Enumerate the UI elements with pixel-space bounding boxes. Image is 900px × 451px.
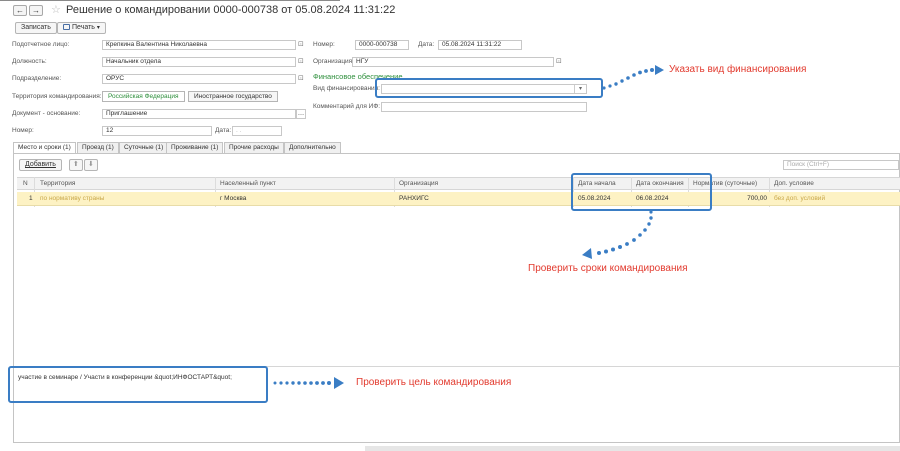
person-field[interactable]: Крепкина Валентина Николаевна [102, 40, 296, 50]
open-link-icon[interactable]: ⊡ [298, 40, 304, 50]
chevron-down-icon: ▾ [96, 25, 100, 31]
dates-highlight-box [571, 173, 712, 211]
search-input[interactable]: Поиск (Ctrl+F) [783, 160, 899, 170]
window-top-border [0, 0, 340, 1]
back-button[interactable]: ← [13, 5, 27, 16]
col-header-condition[interactable]: Доп. условие [774, 178, 814, 190]
col-header-n[interactable]: N [23, 178, 28, 190]
person-label: Подотчетное лицо: [12, 41, 70, 48]
date-field[interactable]: 05.08.2024 11:31:22 [438, 40, 522, 50]
finance-type-label: Вид финансирования: [313, 85, 380, 92]
position-label: Должность: [12, 58, 47, 65]
favorite-star-icon[interactable]: ☆ [51, 3, 61, 16]
dates-callout-arrow [582, 210, 653, 259]
finance-callout-text: Указать вид финансирования [669, 64, 807, 75]
comment-label: Комментарий для ИФ: [313, 103, 381, 110]
tab-travel[interactable]: Проезд (1) [77, 142, 119, 153]
add-row-label: Добавить [25, 161, 56, 168]
cell-condition[interactable]: без доп. условий [774, 193, 825, 204]
table-row[interactable] [17, 192, 900, 206]
basis-select-button[interactable]: … [296, 109, 306, 119]
tab-other-expenses[interactable]: Прочие расходы [224, 142, 284, 153]
number-field[interactable]: 0000-000738 [355, 40, 409, 50]
cell-organization[interactable]: РАНХИГС [399, 193, 429, 204]
printer-icon [63, 24, 70, 30]
cell-n[interactable]: 1 [29, 193, 33, 204]
tab-per-diem[interactable]: Суточные (1) [119, 142, 169, 153]
org-label: Организация: [313, 58, 355, 65]
arrow-right-icon: → [32, 6, 40, 15]
finance-highlight-box [375, 78, 603, 98]
territory-option-foreign[interactable]: Иностранное государство [188, 91, 278, 102]
cell-territory[interactable]: по нормативу страны [40, 193, 104, 204]
add-row-button[interactable]: Добавить [19, 159, 62, 171]
move-down-button[interactable]: ⬇ [84, 159, 98, 171]
table-header [17, 177, 900, 190]
open-link-icon[interactable]: ⊡ [556, 57, 562, 67]
open-link-icon[interactable]: ⊡ [298, 74, 304, 84]
territory-label: Территория командирования: [12, 93, 102, 100]
number-label: Номер: [313, 41, 335, 48]
number2-label: Номер: [12, 127, 34, 134]
tab-additional[interactable]: Дополнительно [284, 142, 341, 153]
tab-accommodation[interactable]: Проживание (1) [166, 142, 224, 153]
arrow-left-icon: ← [16, 6, 24, 15]
page-title: Решение о командировании 0000-000738 от … [66, 4, 396, 16]
date2-label: Дата: [215, 127, 232, 134]
date2-field[interactable]: . . [232, 126, 282, 136]
cell-city[interactable]: г Москва [220, 193, 246, 204]
save-button[interactable]: Записать [15, 22, 57, 34]
department-field[interactable]: ОРУС [102, 74, 296, 84]
col-header-territory[interactable]: Территория [40, 178, 75, 190]
move-up-button[interactable]: ⬆ [69, 159, 83, 171]
basis-field[interactable]: Приглашение [102, 109, 296, 119]
print-button[interactable]: Печать ▾ [57, 22, 106, 34]
territory-option-russia[interactable]: Российская Федерация [102, 91, 185, 102]
print-button-label: Печать [72, 24, 95, 31]
finance-callout-arrow [602, 65, 664, 90]
forward-button[interactable]: → [29, 5, 43, 16]
col-header-city[interactable]: Населенный пункт [220, 178, 276, 190]
purpose-callout-text: Проверить цель командирования [356, 377, 512, 388]
purpose-callout-arrow [273, 377, 344, 389]
arrow-up-icon: ⬆ [73, 161, 79, 168]
open-link-icon[interactable]: ⊡ [298, 57, 304, 67]
org-field[interactable]: НГУ [352, 57, 554, 67]
number2-field[interactable]: 12 [102, 126, 212, 136]
department-label: Подразделение: [12, 75, 62, 82]
tab-place-dates[interactable]: Место и сроки (1) [13, 142, 76, 153]
arrow-down-icon: ⬇ [88, 161, 94, 168]
dates-callout-text: Проверить сроки командирования [528, 263, 688, 274]
position-field[interactable]: Начальник отдела [102, 57, 296, 67]
purpose-highlight-box [8, 366, 268, 403]
basis-label: Документ - основание: [12, 110, 81, 117]
date-label: Дата: [418, 41, 435, 48]
comment-field[interactable] [381, 102, 587, 112]
horizontal-scrollbar[interactable] [365, 446, 900, 451]
col-header-organization[interactable]: Организация [399, 178, 438, 190]
